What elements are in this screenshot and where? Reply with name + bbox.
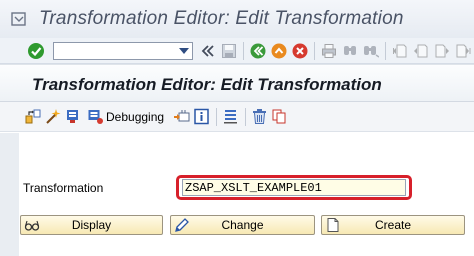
title-bar: Transformation Editor: Edit Transformati…: [0, 0, 474, 38]
debugging-button[interactable]: Debugging: [86, 107, 164, 127]
find-next-icon[interactable]: [362, 42, 380, 60]
next-page-icon[interactable]: [433, 42, 451, 60]
window-title: Transformation Editor: Edit Transformati…: [39, 8, 404, 29]
display-button[interactable]: Display: [20, 215, 163, 235]
menu-icon[interactable]: [11, 11, 27, 27]
left-margin: [0, 133, 19, 256]
first-page-icon[interactable]: [391, 42, 409, 60]
screen-header: Transformation Editor: Edit Transformati…: [0, 64, 474, 102]
toolbar-separator: [216, 107, 218, 126]
delete-icon[interactable]: [250, 108, 268, 126]
collapse-icon[interactable]: [199, 42, 217, 60]
save-icon[interactable]: [220, 42, 238, 60]
previous-page-icon[interactable]: [412, 42, 430, 60]
exit-icon[interactable]: [270, 42, 288, 60]
pencil-icon: [174, 217, 190, 233]
back-icon[interactable]: [249, 42, 267, 60]
toolbar-separator: [314, 41, 315, 60]
glasses-icon: [24, 217, 40, 233]
transformation-highlight: [176, 175, 412, 200]
create-label: Create: [374, 218, 412, 232]
command-field[interactable]: [53, 41, 193, 60]
dropdown-icon[interactable]: [175, 43, 192, 59]
create-button[interactable]: Create: [321, 215, 465, 235]
command-input[interactable]: [54, 42, 176, 59]
info-icon[interactable]: [192, 108, 210, 126]
last-page-icon[interactable]: [454, 42, 472, 60]
toolbar-separator: [243, 41, 244, 60]
change-label: Change: [221, 218, 264, 232]
other-object-icon[interactable]: [24, 108, 42, 126]
application-toolbar: Debugging: [0, 102, 474, 132]
stack-icon[interactable]: [221, 108, 239, 126]
page-title: Transformation Editor: Edit Transformati…: [32, 75, 382, 94]
standard-toolbar: [0, 38, 474, 64]
copy-icon[interactable]: [270, 108, 288, 126]
debugging-icon: [86, 108, 104, 126]
where-used-icon[interactable]: [172, 108, 190, 126]
print-icon[interactable]: [320, 42, 338, 60]
toolbar-separator: [245, 107, 247, 126]
toolbar-separator: [385, 41, 386, 60]
activate-icon[interactable]: [64, 108, 82, 126]
transformation-input[interactable]: [182, 179, 406, 196]
display-label: Display: [71, 218, 112, 232]
debugging-label: Debugging: [106, 109, 165, 124]
enter-icon[interactable]: [27, 42, 45, 60]
cancel-icon[interactable]: [291, 42, 309, 60]
find-icon[interactable]: [341, 42, 359, 60]
check-icon[interactable]: [44, 108, 62, 126]
new-document-icon: [325, 217, 341, 233]
change-button[interactable]: Change: [170, 215, 315, 235]
transformation-label: Transformation: [23, 181, 104, 195]
